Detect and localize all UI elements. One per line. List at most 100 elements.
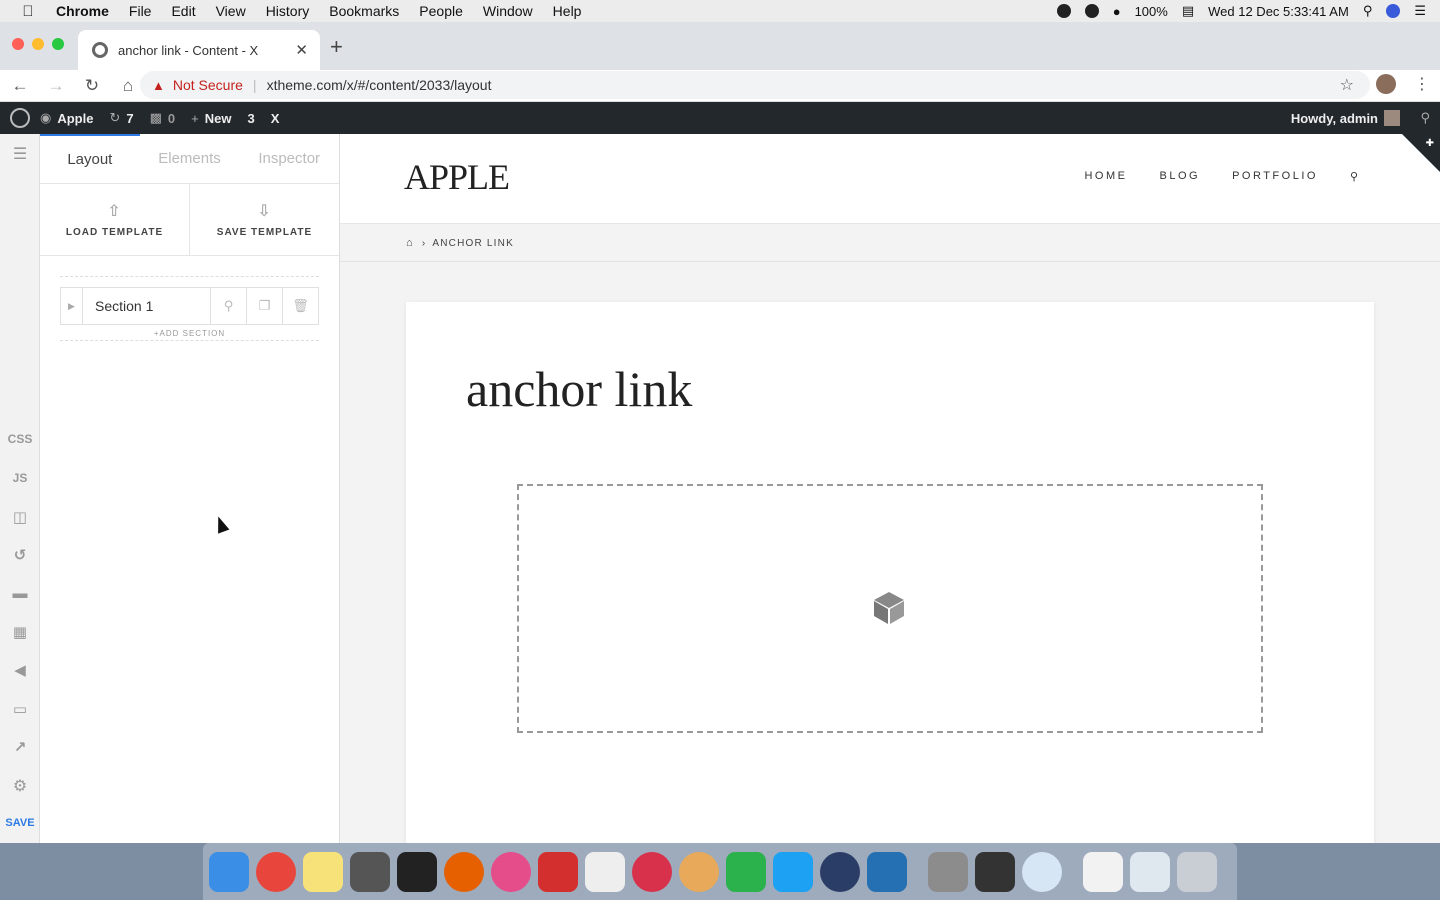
back-icon[interactable]: ← [4, 76, 36, 96]
tab-layout[interactable]: Layout [40, 134, 140, 183]
header-icon[interactable]: ▬ [0, 585, 40, 602]
itunes-icon[interactable] [491, 851, 531, 892]
warning-icon[interactable]: ▲ [152, 78, 165, 93]
nav-blog[interactable]: BLOG [1159, 170, 1200, 183]
url-text[interactable]: xtheme.com/x/#/content/2033/layout [267, 77, 492, 93]
duplicate-icon[interactable]: ❐ [246, 288, 282, 324]
chrome-menu-icon[interactable]: ⋮ [1414, 74, 1430, 94]
siri-icon[interactable] [1386, 4, 1401, 18]
section-item[interactable]: ▶ Section 1 ⚲ ❐ 🗑 [60, 287, 319, 325]
preview-corner-toggle[interactable] [1402, 134, 1440, 172]
tab-elements[interactable]: Elements [140, 134, 240, 183]
crossover-icon[interactable] [538, 851, 578, 892]
menu-people[interactable]: People [419, 3, 463, 19]
load-template-button[interactable]: ⇧ LOAD TEMPLATE [40, 184, 189, 255]
section-name[interactable]: Section 1 [83, 298, 210, 314]
admin-new[interactable]: + New [191, 111, 231, 126]
admin-theme-badge[interactable]: 3 [247, 111, 254, 126]
hamburger-icon[interactable]: ☰ [0, 144, 40, 164]
admin-updates[interactable]: ↻ 7 [109, 110, 133, 126]
window-zoom-button[interactable] [52, 38, 64, 50]
chrome-icon[interactable] [256, 851, 296, 892]
new-tab-button[interactable]: + [330, 34, 343, 60]
plus-icon: + [191, 110, 199, 126]
back-circle-icon[interactable]: ◀ [0, 661, 40, 679]
admin-account[interactable]: Howdy, admin [1291, 110, 1400, 126]
menu-window[interactable]: Window [483, 3, 533, 19]
spotlight-icon[interactable]: ⚲ [1363, 3, 1373, 19]
rail-css[interactable]: CSS [0, 432, 40, 446]
menu-bookmarks[interactable]: Bookmarks [329, 3, 399, 19]
vscode-icon[interactable] [867, 851, 907, 892]
inspect-search-icon[interactable]: ⚲ [210, 288, 246, 324]
cube-icon [874, 592, 904, 624]
admin-comments[interactable]: ▩ 0 [150, 110, 176, 126]
clock[interactable]: Wed 12 Dec 5:33:41 AM [1208, 4, 1349, 19]
menu-edit[interactable]: Edit [171, 3, 195, 19]
istat-icon[interactable] [975, 851, 1015, 892]
menu-app-chrome[interactable]: Chrome [56, 3, 109, 19]
apple-menu-icon[interactable]:  [18, 3, 38, 20]
save-template-button[interactable]: ⇩ SAVE TEMPLATE [189, 184, 339, 255]
history-icon[interactable]: ↺ [0, 546, 40, 564]
creative-cloud-icon[interactable] [1084, 4, 1099, 18]
window-close-button[interactable] [12, 38, 24, 50]
menu-file[interactable]: File [129, 3, 152, 19]
settings-gear-icon[interactable]: ⚙ [0, 776, 40, 796]
reload-icon[interactable]: ↻ [76, 76, 108, 96]
corner-plus-icon[interactable]: ✚ [1426, 138, 1434, 149]
browser-tab[interactable]: anchor link - Content - X ✕ [78, 30, 320, 70]
atom-icon[interactable] [679, 851, 719, 892]
menu-help[interactable]: Help [553, 3, 582, 19]
quicktime-icon[interactable] [820, 851, 860, 892]
address-bar[interactable]: ▲ Not Secure | xtheme.com/x/#/content/20… [140, 71, 1370, 99]
window-minimize-button[interactable] [32, 38, 44, 50]
layers-icon[interactable]: ▦ [0, 623, 40, 641]
fonts-icon[interactable]: ◫ [0, 508, 40, 526]
chrome-apps-icon[interactable] [1130, 851, 1170, 892]
firefox-icon[interactable] [444, 851, 484, 892]
utorrent-icon[interactable] [1083, 851, 1123, 892]
profile-avatar[interactable] [1376, 74, 1396, 94]
add-section-button[interactable]: +ADD SECTION [60, 329, 319, 341]
trash-icon[interactable]: 🗑 [282, 288, 318, 324]
kiwi-icon[interactable] [632, 851, 672, 892]
twitter-icon[interactable] [773, 851, 813, 892]
breadcrumb-home-icon[interactable]: ⌂ [406, 237, 414, 249]
terminal-icon[interactable] [397, 851, 437, 892]
input-menu-icon[interactable]: ▤ [1182, 3, 1194, 19]
save-button[interactable]: SAVE [0, 817, 40, 829]
forward-icon[interactable]: → [40, 76, 72, 96]
tab-inspector[interactable]: Inspector [239, 134, 339, 183]
sublime-icon[interactable] [350, 851, 390, 892]
feedly-icon[interactable] [726, 851, 766, 892]
record-icon[interactable] [1056, 4, 1071, 18]
device-icon[interactable]: ▭ [0, 700, 40, 718]
notification-center-icon[interactable]: ☰ [1414, 3, 1426, 19]
safari-circle-icon[interactable] [1022, 851, 1062, 892]
admin-x-link[interactable]: X [271, 111, 280, 126]
notes-icon[interactable] [303, 851, 343, 892]
wifi-icon[interactable]: ● [1113, 4, 1121, 19]
rail-js[interactable]: JS [0, 471, 40, 485]
menu-history[interactable]: History [266, 3, 310, 19]
external-link-icon[interactable]: ↗ [0, 738, 40, 756]
admin-search-icon[interactable]: ⚲ [1420, 110, 1430, 126]
not-secure-label[interactable]: Not Secure [173, 77, 243, 93]
nav-home[interactable]: HOME [1084, 170, 1127, 183]
wordpress-logo-icon[interactable] [10, 108, 30, 128]
empty-element-dropzone[interactable] [517, 484, 1263, 733]
system-preferences-icon[interactable] [928, 851, 968, 892]
battery-percent[interactable]: 100% [1135, 4, 1168, 19]
trash-can-icon[interactable] [1177, 851, 1217, 892]
menu-view[interactable]: View [216, 3, 246, 19]
site-logo[interactable]: APPLE [404, 156, 510, 198]
admin-site-link[interactable]: ◉ Apple [40, 110, 93, 126]
tab-close-icon[interactable]: ✕ [295, 41, 308, 59]
nav-search-icon[interactable]: ⚲ [1350, 170, 1358, 183]
nav-portfolio[interactable]: PORTFOLIO [1232, 170, 1318, 183]
tableplus-icon[interactable] [585, 851, 625, 892]
bookmark-star-icon[interactable]: ☆ [1340, 75, 1354, 95]
expand-caret-icon[interactable]: ▶ [61, 288, 83, 324]
finder-icon[interactable] [209, 851, 249, 892]
